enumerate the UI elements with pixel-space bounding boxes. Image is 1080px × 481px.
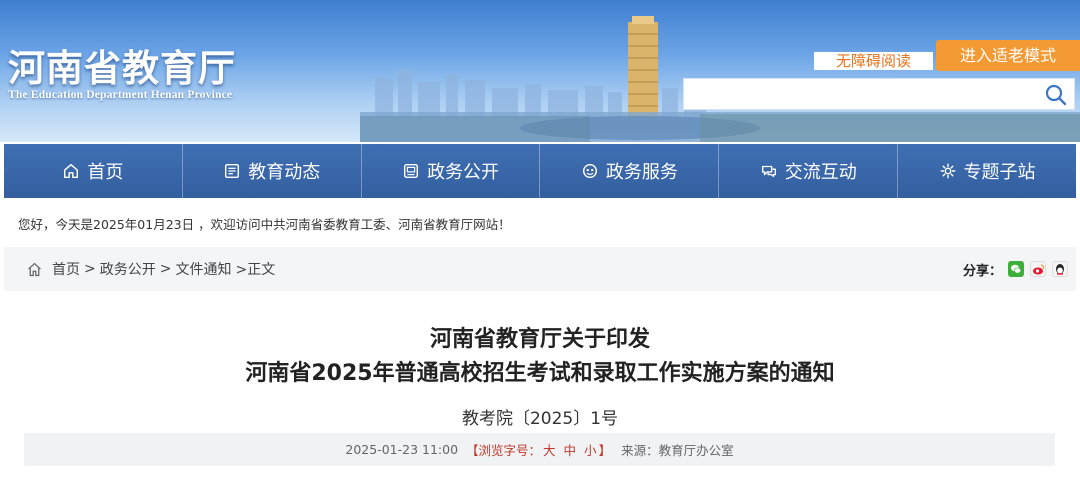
site-subtitle: The Education Department Henan Province (8, 89, 233, 101)
breadcrumb-bar: 首页 > 政务公开 > 文件通知 >正文 分享： (4, 247, 1076, 291)
font-size-large-button[interactable]: 大 (541, 443, 558, 458)
breadcrumb-home-link[interactable]: 首页 (52, 259, 80, 279)
nav-item-special-sites[interactable]: 专题子站 (898, 144, 1076, 198)
font-size-suffix: 】 (598, 443, 612, 458)
nav-item-gov-affairs[interactable]: 政务公开 (362, 144, 541, 198)
font-size-control: 【浏览字号：大 中 小】 (466, 440, 611, 459)
document-icon (404, 163, 419, 179)
weibo-icon[interactable] (1030, 261, 1046, 277)
main-nav: 首页 教育动态 政务公开 政务服务 交流互动 专题子站 (4, 144, 1076, 198)
nav-item-label: 首页 (87, 162, 124, 183)
article-meta-bar: 2025-01-23 11:00 【浏览字号：大 中 小】 来源：教育厅办公室 (24, 433, 1055, 466)
breadcrumb-notices-link[interactable]: 文件通知 (175, 259, 231, 279)
chat-icon (761, 165, 776, 178)
search-icon[interactable] (1044, 83, 1068, 107)
share-label: 分享： (962, 263, 1002, 279)
article-source: 来源：教育厅办公室 (621, 443, 734, 458)
nav-item-label: 政务公开 (427, 162, 500, 183)
search-input[interactable] (684, 79, 1034, 109)
document-number: 教考院〔2025〕1号 (461, 409, 619, 429)
nav-item-label: 专题子站 (963, 162, 1036, 183)
news-icon (225, 163, 240, 179)
nav-item-home[interactable]: 首页 (4, 144, 183, 198)
home-icon (64, 163, 79, 179)
gear-icon (940, 163, 956, 179)
article-title-line1: 河南省教育厅关于印发 (429, 327, 650, 352)
publish-date: 2025-01-23 11:00 (345, 442, 459, 457)
wechat-icon[interactable] (1008, 261, 1024, 277)
nav-item-label: 教育动态 (248, 162, 321, 183)
nav-item-news[interactable]: 教育动态 (183, 144, 362, 198)
font-size-medium-button[interactable]: 中 (562, 443, 579, 458)
qq-icon[interactable] (1052, 261, 1068, 277)
share-bar: 分享： (963, 247, 1068, 291)
nav-item-label: 交流互动 (784, 162, 857, 183)
nav-item-interaction[interactable]: 交流互动 (719, 144, 899, 198)
article-title-line2: 河南省2025年普通高校招生考试和录取工作实施方案的通知 (245, 361, 835, 386)
breadcrumb-current: >正文 (235, 262, 276, 278)
nav-item-gov-services[interactable]: 政务服务 (540, 144, 720, 198)
search-box (683, 78, 1075, 110)
header-banner: 河南省教育厅 The Education Department Henan Pr… (0, 0, 1080, 142)
welcome-text: 您好，今天是2025年01月23日 ，欢迎访问中共河南省委教育工委、河南省教育厅… (18, 217, 511, 232)
nav-item-label: 政务服务 (605, 162, 678, 183)
elder-mode-button[interactable]: 进入适老模式 (936, 40, 1080, 71)
site-title: 河南省教育厅 (8, 46, 236, 90)
breadcrumb-separator: > (159, 261, 172, 277)
breadcrumb-gov-affairs-link[interactable]: 政务公开 (100, 259, 156, 279)
font-size-prefix: 【浏览字号： (466, 443, 542, 458)
breadcrumb-separator: > (84, 261, 96, 277)
breadcrumb: 首页 > 政务公开 > 文件通知 >正文 (26, 247, 275, 291)
accessible-reading-button[interactable]: 无障碍阅读 (814, 52, 933, 70)
font-size-small-button[interactable]: 小 (582, 443, 599, 458)
home-icon (28, 262, 41, 276)
service-icon (582, 163, 597, 179)
